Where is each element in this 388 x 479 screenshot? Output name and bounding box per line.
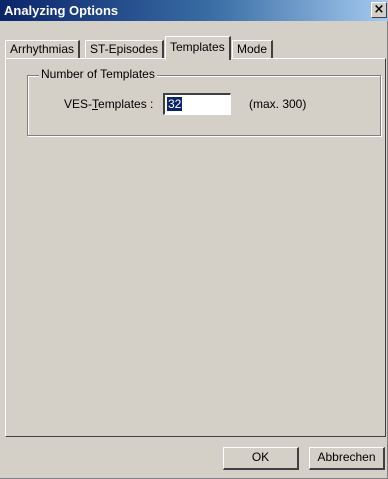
group-title: Number of Templates bbox=[39, 67, 157, 81]
ves-label-prefix: VES- bbox=[64, 97, 93, 111]
tab-templates[interactable]: Templates bbox=[165, 36, 231, 60]
ves-templates-input[interactable]: 32 bbox=[163, 93, 231, 115]
max-hint: (max. 300) bbox=[249, 97, 307, 111]
window-title: Analyzing Options bbox=[4, 3, 119, 18]
close-icon: × bbox=[373, 2, 385, 17]
tab-mode[interactable]: Mode bbox=[232, 40, 274, 58]
ves-templates-value: 32 bbox=[167, 97, 183, 111]
cancel-button[interactable]: Abbrechen bbox=[309, 447, 385, 470]
title-bar[interactable]: Analyzing Options × bbox=[0, 0, 388, 21]
ves-templates-label: VES-Templates : bbox=[64, 97, 153, 111]
ok-button[interactable]: OK bbox=[223, 447, 299, 470]
ves-label-suffix: emplates : bbox=[98, 97, 154, 111]
close-button[interactable]: × bbox=[371, 2, 387, 18]
tab-arrhythmias[interactable]: Arrhythmias bbox=[5, 40, 81, 58]
tab-st-episodes[interactable]: ST-Episodes bbox=[85, 40, 165, 58]
analyzing-options-dialog: Analyzing Options × Arrhythmias ST-Episo… bbox=[0, 0, 388, 479]
